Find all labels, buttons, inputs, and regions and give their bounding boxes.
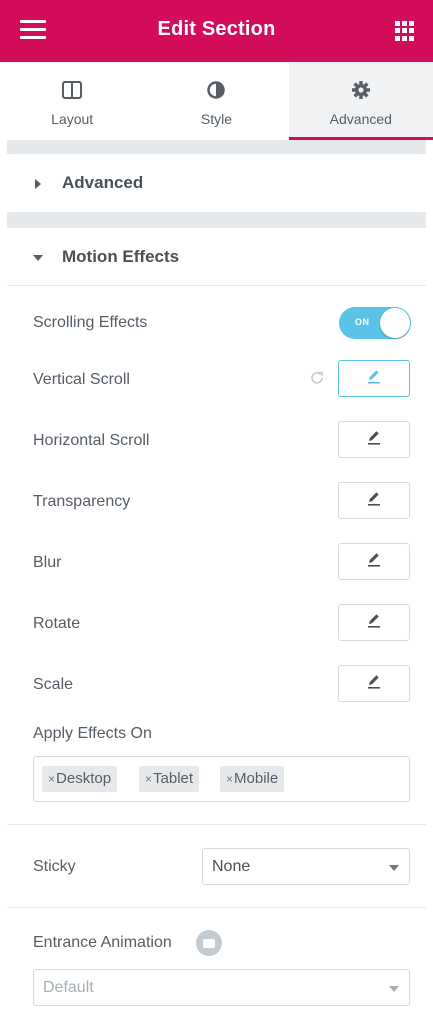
panel-header: Edit Section: [0, 0, 433, 62]
chip-desktop[interactable]: ×Desktop: [42, 766, 118, 792]
tab-style-label: Style: [200, 111, 233, 127]
pencil-icon: [365, 550, 383, 573]
remove-chip-icon[interactable]: ×: [226, 772, 233, 786]
tab-style[interactable]: Style: [144, 62, 288, 140]
horizontal-scroll-edit-button[interactable]: [338, 421, 410, 458]
blur-label: Blur: [33, 554, 62, 571]
remove-chip-icon[interactable]: ×: [48, 772, 55, 786]
panel-gap: [7, 212, 426, 228]
caret-right-icon: [35, 179, 41, 189]
tab-advanced-label: Advanced: [329, 111, 392, 127]
panel-gap: [7, 140, 426, 154]
vertical-scroll-edit-button[interactable]: [338, 360, 410, 397]
section-motion-effects-label: Motion Effects: [62, 247, 180, 266]
section-divider: [7, 907, 426, 908]
pencil-icon: [365, 367, 383, 390]
scrolling-effects-switch[interactable]: ON: [339, 307, 411, 339]
section-motion-effects-toggle[interactable]: Motion Effects: [7, 228, 426, 286]
panel-tabs: Layout Style Advanced: [0, 62, 433, 140]
sticky-select-value: None: [212, 858, 251, 875]
scrolling-effects-label: Scrolling Effects: [33, 314, 148, 331]
tab-layout-label: Layout: [51, 111, 94, 127]
chevron-down-icon: [389, 865, 399, 871]
chip-tablet[interactable]: ×Tablet: [139, 766, 200, 792]
section-divider: [7, 285, 426, 286]
section-advanced-label: Advanced: [62, 173, 144, 192]
chevron-down-icon: [389, 986, 399, 992]
info-comment-icon[interactable]: [196, 930, 222, 956]
grid-apps-icon[interactable]: [395, 21, 415, 41]
transparency-label: Transparency: [33, 493, 131, 510]
panel-title: Edit Section: [157, 18, 276, 40]
remove-chip-icon[interactable]: ×: [145, 772, 152, 786]
apply-effects-on-label: Apply Effects On: [33, 725, 152, 742]
reset-icon[interactable]: [308, 369, 326, 387]
pencil-icon: [365, 672, 383, 695]
sticky-select[interactable]: None: [202, 848, 410, 885]
entrance-animation-select[interactable]: Default: [33, 969, 410, 1006]
entrance-animation-label: Entrance Animation: [33, 934, 172, 951]
section-advanced-toggle[interactable]: Advanced: [7, 154, 426, 212]
pencil-icon: [365, 428, 383, 451]
sticky-label: Sticky: [33, 858, 76, 875]
tab-layout[interactable]: Layout: [0, 62, 144, 140]
caret-down-icon: [33, 255, 43, 261]
rotate-edit-button[interactable]: [338, 604, 410, 641]
apply-effects-on-select[interactable]: ×Desktop ×Tablet ×Mobile: [33, 756, 410, 802]
gear-icon: [289, 78, 433, 102]
chip-mobile[interactable]: ×Mobile: [220, 766, 285, 792]
chip-label: Tablet: [153, 770, 194, 787]
half-circle-contrast-icon: [144, 78, 288, 102]
chip-label: Desktop: [56, 770, 112, 787]
tab-advanced[interactable]: Advanced: [288, 62, 433, 140]
section-divider: [7, 824, 426, 825]
switch-knob: [380, 308, 410, 338]
vertical-scroll-label: Vertical Scroll: [33, 371, 130, 388]
horizontal-scroll-label: Horizontal Scroll: [33, 432, 150, 449]
scale-label: Scale: [33, 676, 74, 693]
switch-on-text: ON: [355, 317, 370, 327]
transparency-edit-button[interactable]: [338, 482, 410, 519]
columns-layout-icon: [0, 78, 144, 102]
chip-label: Mobile: [234, 770, 279, 787]
scale-edit-button[interactable]: [338, 665, 410, 702]
pencil-icon: [365, 611, 383, 634]
entrance-animation-select-value: Default: [43, 979, 94, 996]
blur-edit-button[interactable]: [338, 543, 410, 580]
pencil-icon: [365, 489, 383, 512]
rotate-label: Rotate: [33, 615, 81, 632]
